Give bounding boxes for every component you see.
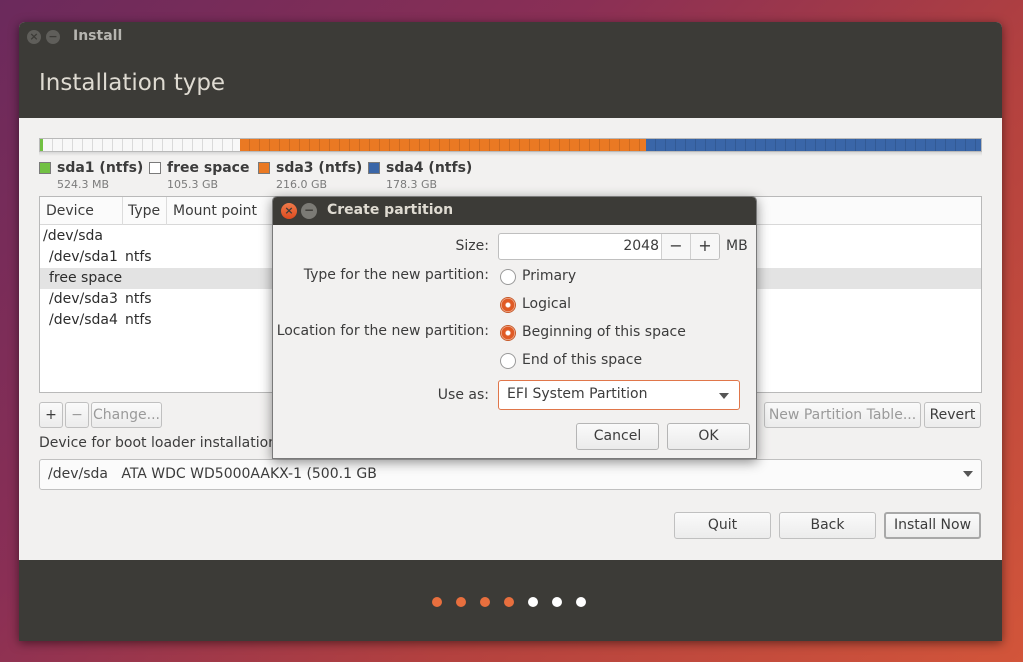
ok-button[interactable]: OK [667, 423, 750, 450]
use-as-value: EFI System Partition [507, 386, 648, 402]
add-partition-button[interactable]: + [39, 402, 63, 428]
minimize-icon[interactable]: − [301, 203, 317, 219]
remove-partition-button[interactable]: − [65, 402, 89, 428]
legend-size: 216.0 GB [276, 178, 328, 191]
legend-size: 178.3 GB [386, 178, 438, 191]
size-unit: MB [726, 238, 748, 254]
partition-bar [39, 138, 982, 152]
location-label: Location for the new partition: [276, 323, 489, 339]
column-header-type[interactable]: Type [128, 203, 160, 219]
type-label: Type for the new partition: [303, 267, 489, 283]
radio-button-checked[interactable] [500, 297, 516, 313]
legend-name: sda4 (ntfs) [386, 160, 473, 176]
column-separator [166, 197, 167, 225]
footer [19, 560, 1002, 641]
row-device: /dev/sda1 [49, 249, 118, 265]
radio-button[interactable] [500, 353, 516, 369]
partition-bar-reflection [39, 152, 982, 156]
legend-name: free space [167, 160, 250, 176]
size-increment-button[interactable]: + [690, 234, 719, 259]
size-spinbox[interactable]: 2048 − + [498, 233, 720, 260]
dialog-title: Create partition [327, 202, 454, 218]
column-separator [122, 197, 123, 225]
radio-button-checked[interactable] [500, 325, 516, 341]
size-label: Size: [455, 238, 489, 254]
radio-label: Primary [522, 268, 577, 284]
progress-dot [504, 597, 514, 607]
boot-loader-select[interactable]: /dev/sda ATA WDC WD5000AAKX-1 (500.1 GB [39, 459, 982, 490]
page-title: Installation type [39, 70, 226, 96]
minimize-icon[interactable]: − [46, 30, 60, 44]
row-device: /dev/sda3 [49, 291, 118, 307]
row-device: /dev/sda [43, 228, 103, 244]
partition-bar-sda3 [239, 139, 646, 151]
legend-name: sda1 (ntfs) [57, 160, 144, 176]
chevron-down-icon [963, 471, 973, 477]
legend-swatch [258, 162, 270, 174]
column-header-device[interactable]: Device [46, 203, 94, 219]
legend-name: sda3 (ntfs) [276, 160, 363, 176]
radio-button[interactable] [500, 269, 516, 285]
row-device: /dev/sda4 [49, 312, 118, 328]
use-as-select[interactable]: EFI System Partition [498, 380, 740, 410]
legend-size: 524.3 MB [57, 178, 110, 191]
cancel-button[interactable]: Cancel [576, 423, 659, 450]
legend-swatch [39, 162, 51, 174]
progress-dot [456, 597, 466, 607]
close-icon[interactable]: × [281, 203, 297, 219]
size-input[interactable]: 2048 [623, 238, 659, 254]
new-partition-table-button[interactable]: New Partition Table... [764, 402, 921, 428]
row-type: ntfs [125, 312, 152, 328]
row-device: free space [49, 270, 123, 286]
column-header-mount-point[interactable]: Mount point [173, 203, 257, 219]
partition-bar-sda4 [645, 139, 981, 151]
legend-size: 105.3 GB [167, 178, 219, 191]
size-decrement-button[interactable]: − [661, 234, 690, 259]
quit-button[interactable]: Quit [674, 512, 771, 539]
install-now-button[interactable]: Install Now [884, 512, 981, 539]
boot-loader-label: Device for boot loader installation: [39, 435, 282, 451]
progress-dot [576, 597, 586, 607]
partition-bar-free-space [43, 139, 240, 151]
chevron-down-icon [719, 393, 729, 399]
row-type: ntfs [125, 291, 152, 307]
back-button[interactable]: Back [779, 512, 876, 539]
radio-label: Logical [522, 296, 572, 312]
window-title: Install [73, 28, 123, 44]
window-header: × − Install Installation type [19, 22, 1002, 118]
progress-dot [528, 597, 538, 607]
create-partition-dialog: × − Create partition Size: 2048 − + MB T… [272, 196, 757, 459]
change-partition-button[interactable]: Change... [91, 402, 162, 428]
radio-label: Beginning of this space [522, 324, 686, 340]
close-icon[interactable]: × [27, 30, 41, 44]
legend-swatch [149, 162, 161, 174]
boot-loader-value: /dev/sda ATA WDC WD5000AAKX-1 (500.1 GB [48, 466, 377, 482]
radio-label: End of this space [522, 352, 643, 368]
use-as-label: Use as: [437, 387, 489, 403]
progress-dot [480, 597, 490, 607]
legend-swatch [368, 162, 380, 174]
progress-dot [432, 597, 442, 607]
row-type: ntfs [125, 249, 152, 265]
dialog-titlebar: × − Create partition [273, 197, 756, 225]
progress-dot [552, 597, 562, 607]
revert-button[interactable]: Revert [924, 402, 981, 428]
